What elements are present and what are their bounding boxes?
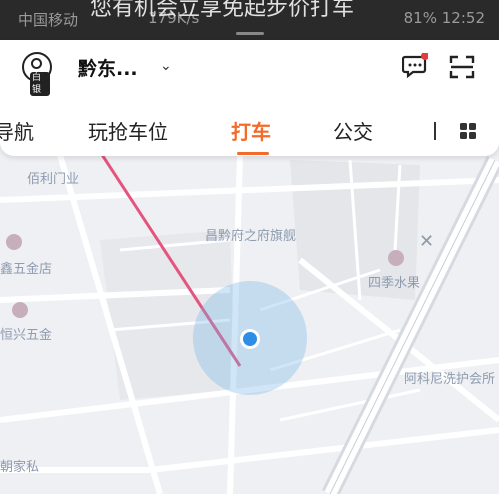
tab-navigation[interactable]: 导航: [0, 116, 34, 145]
battery-label: 81%: [403, 9, 437, 27]
current-location-icon[interactable]: [240, 329, 260, 349]
time-label: 12:52: [441, 9, 485, 27]
tab-divider: [434, 122, 436, 140]
member-level-badge: 白银: [30, 72, 50, 96]
drag-handle[interactable]: [236, 32, 264, 35]
avatar-head: [31, 58, 42, 69]
tab-bus[interactable]: 公交: [333, 116, 373, 145]
poi-label[interactable]: 佰利门业: [27, 168, 79, 187]
poi-label[interactable]: 阿科尼洗护会所: [404, 368, 495, 387]
poi-pin-icon[interactable]: [12, 302, 28, 318]
tab-taxi[interactable]: 打车: [231, 116, 271, 145]
poi-pin-icon[interactable]: [388, 250, 404, 266]
scan-icon[interactable]: [448, 53, 476, 81]
notification-banner[interactable]: 您有机会立享免起步价打车: [90, 0, 354, 22]
poi-label[interactable]: 昌黔府之府旗舰: [205, 225, 296, 244]
tab-parking-game[interactable]: 玩抢车位: [88, 116, 168, 145]
poi-pin-icon[interactable]: [6, 234, 22, 250]
chevron-down-icon[interactable]: ⌄: [160, 58, 172, 74]
poi-label[interactable]: 四季水果: [368, 272, 420, 291]
tab-bar: 导航 玩抢车位 打车 公交: [0, 110, 499, 155]
user-avatar-icon[interactable]: 白银: [22, 52, 52, 96]
poi-label[interactable]: 恒兴五金: [0, 324, 52, 343]
status-right: 81% 12:52: [404, 9, 485, 27]
unread-dot: [421, 53, 428, 60]
grid-menu-icon[interactable]: [459, 122, 477, 140]
active-tab-indicator: [237, 152, 269, 155]
city-selector[interactable]: 黔东...: [78, 54, 138, 81]
message-icon[interactable]: [402, 53, 428, 79]
poi-label[interactable]: 鑫五金店: [0, 258, 52, 277]
top-panel: 白银 黔东... ⌄ 导航 玩抢车位 打车 公交: [0, 40, 499, 156]
poi-label[interactable]: 朝家私: [0, 456, 39, 475]
close-icon[interactable]: ✕: [419, 231, 434, 252]
carrier-label: 中国移动: [18, 11, 79, 29]
status-bar: 中国移动 179K/s 81% 12:52 您有机会立享免起步价打车: [0, 0, 499, 40]
